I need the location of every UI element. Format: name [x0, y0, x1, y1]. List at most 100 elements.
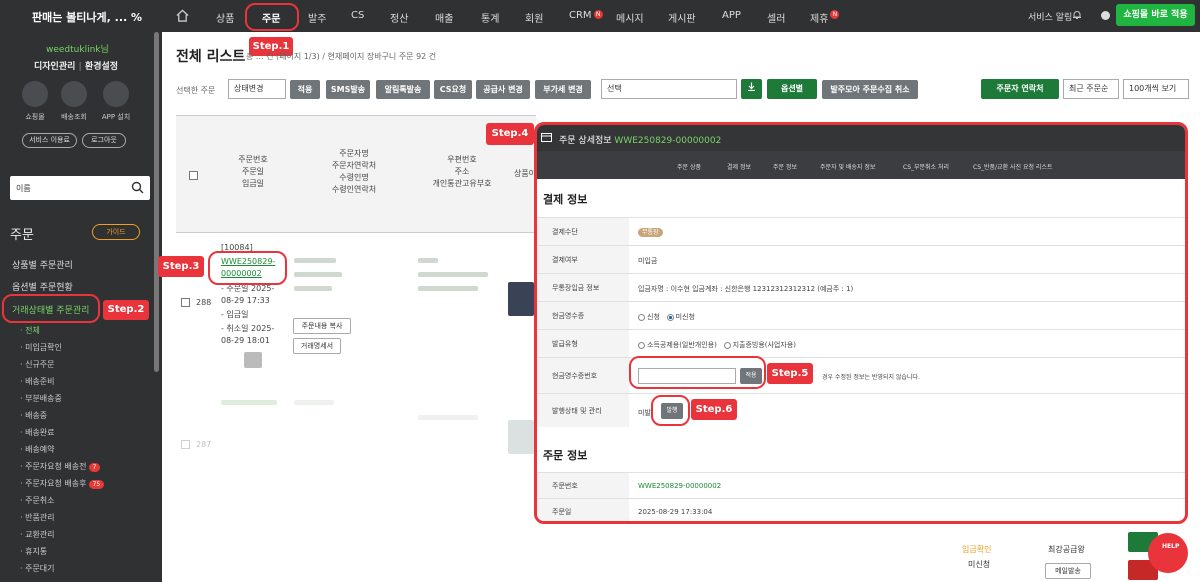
top-nav-bar: 판매는 볼티나게, ... % 상품 주문 발주 CS 정산 매출 통계 회원 … — [0, 0, 1200, 32]
sub-new[interactable]: · 신규주문 — [20, 359, 55, 370]
shop-icon[interactable] — [22, 81, 48, 107]
page-size-select[interactable]: 100개씩 보기 — [1123, 79, 1189, 99]
sub-trash[interactable]: · 휴지통 — [20, 546, 47, 557]
sub-partial[interactable]: · 부분배송중 — [20, 393, 62, 404]
payment-status-row: 결제여부 미입금 — [537, 245, 1185, 273]
nav-purchase[interactable]: 발주 — [308, 10, 326, 25]
sub-all[interactable]: · 전체 — [20, 325, 40, 336]
apply-button[interactable]: 적용 — [290, 80, 320, 99]
theme-toggle[interactable] — [1101, 11, 1110, 20]
nav-cs[interactable]: CS — [351, 10, 364, 21]
tab-order-products[interactable]: 주문 상품 — [677, 162, 701, 171]
download-button[interactable] — [741, 79, 762, 99]
tab-photo-request[interactable]: CS_반품/교환 사진 요청 리스트 — [973, 162, 1052, 171]
mail-send-button[interactable]: 메일발송 — [1045, 563, 1091, 579]
nav-product[interactable]: 상품 — [216, 10, 234, 25]
deposit-status: 입금확인 — [962, 545, 992, 554]
design-link[interactable]: 디자인관리 — [34, 62, 75, 72]
sub-reserved[interactable]: · 배송예약 — [20, 444, 55, 455]
shop-apply-button[interactable]: 쇼핑몰 바로 적용 — [1116, 4, 1195, 26]
modal-tabs: 주문 상품 결제 정보 주문 정보 주문자 및 배송지 정보 CS_부분취소 처… — [537, 151, 1185, 179]
row-checkbox[interactable] — [181, 298, 190, 307]
paid-date: - 입금일 — [221, 310, 249, 319]
nav-stats[interactable]: 통계 — [481, 10, 499, 25]
product-image[interactable] — [508, 420, 534, 454]
sub-waiting[interactable]: · 주문대기 — [20, 563, 55, 574]
cancel-date: - 취소일 2025-08-29 18:01 — [221, 324, 275, 345]
nav-crm[interactable]: CRM N — [569, 10, 603, 21]
col-order: 주문번호 주문일 입금일 — [238, 155, 268, 188]
sub-request-before[interactable]: · 주문자요청 배송전 7 — [20, 461, 101, 472]
row-checkbox[interactable] — [181, 440, 190, 449]
search-icon[interactable] — [131, 181, 144, 194]
supplier-change-button[interactable]: 공급사 변경 — [476, 80, 530, 99]
sort-select[interactable]: 최근 주문순 — [1063, 79, 1119, 99]
alimtalk-button[interactable]: 알림톡발송 — [376, 80, 430, 99]
delivery-icon[interactable] — [61, 81, 87, 107]
menu-option-orders[interactable]: 옵션별 주문현황 — [12, 280, 73, 293]
vat-change-button[interactable]: 부가세 변경 — [535, 80, 591, 99]
copy-order-button[interactable]: 주문내용 복사 — [293, 318, 351, 334]
search-type-select[interactable]: 이름 — [16, 183, 31, 194]
nav-board[interactable]: 게시판 — [668, 10, 696, 25]
tab-order-info[interactable]: 주문 정보 — [773, 162, 797, 171]
blurred-address — [418, 286, 478, 291]
nav-member[interactable]: 회원 — [525, 10, 543, 25]
step-4-label: Step.4 — [486, 123, 534, 145]
help-chat-button[interactable] — [1148, 533, 1188, 573]
tab-buyer-shipping[interactable]: 주문자 및 배송지 정보 — [820, 162, 875, 171]
service-alert-link[interactable]: 서비스 알림 — [1028, 10, 1072, 23]
status-change-select[interactable]: 상태변경 — [228, 79, 286, 99]
brand-title[interactable]: 판매는 볼티나게, ... % — [32, 9, 142, 25]
nav-settlement[interactable]: 정산 — [390, 10, 408, 25]
nav-seller[interactable]: 셀러 — [767, 10, 785, 25]
modal-title: 주문 상세정보 WWE250829-00000002 — [559, 136, 722, 146]
sub-prep[interactable]: · 배송준비 — [20, 376, 55, 387]
sidebar-search[interactable]: 이름 — [10, 176, 150, 200]
choose-select[interactable]: 선택 — [601, 79, 737, 99]
radio-not-apply[interactable] — [666, 313, 674, 321]
order-number-row: 주문번호 WWE250829-00000002 — [537, 472, 1185, 498]
blurred-buyer — [294, 272, 342, 277]
edit-icon[interactable] — [244, 352, 262, 368]
sub-return[interactable]: · 반품관리 — [20, 512, 55, 523]
nav-partner[interactable]: 제휴 N — [810, 10, 840, 25]
settings-link[interactable]: 환경설정 — [85, 62, 118, 72]
nav-message[interactable]: 메시지 — [616, 10, 644, 25]
step-3-label: Step.3 — [158, 256, 204, 277]
radio-apply[interactable] — [638, 313, 645, 321]
guide-button[interactable]: 가이드 — [92, 224, 140, 240]
service-fee-button[interactable]: 서비스 이용료 — [22, 133, 77, 148]
radio-expense-proof[interactable] — [723, 341, 731, 349]
step-2-label: Step.2 — [103, 300, 149, 320]
sidebar-scrollbar[interactable] — [154, 32, 159, 372]
sms-button[interactable]: SMS발송 — [326, 80, 370, 99]
home-icon[interactable] — [176, 9, 189, 22]
order-section-title: 주문 정보 — [543, 449, 588, 462]
product-image[interactable] — [508, 282, 534, 316]
row-label: 현금영수증번호 — [537, 358, 629, 393]
page-title: 전체 리스트 — [176, 49, 246, 65]
sub-exchange[interactable]: · 교환관리 — [20, 529, 55, 540]
menu-product-orders[interactable]: 상품별 주문관리 — [12, 258, 73, 271]
cs-request-button[interactable]: CS요청 — [434, 80, 472, 99]
logout-button[interactable]: 로그아웃 — [82, 133, 126, 148]
nav-app[interactable]: APP — [722, 10, 741, 21]
buyer-contact-button[interactable]: 주문자 연락처 — [981, 79, 1059, 99]
statement-button[interactable]: 거래명세서 — [293, 338, 341, 354]
select-all-checkbox[interactable] — [189, 171, 198, 180]
sub-unpaid[interactable]: · 미입금확인 — [20, 342, 62, 353]
bell-icon[interactable] — [1072, 10, 1082, 20]
sub-shipping[interactable]: · 배송중 — [20, 410, 47, 421]
sub-cancel[interactable]: · 주문취소 — [20, 495, 55, 506]
bulk-cancel-button[interactable]: 발주모아 주문수집 취소 — [822, 80, 918, 99]
tab-partial-cancel[interactable]: CS_부분취소 처리 — [903, 162, 949, 171]
option-download-button[interactable]: 옵션별 — [767, 79, 817, 99]
radio-income-deduction[interactable] — [638, 341, 645, 349]
tab-payment[interactable]: 결제 정보 — [727, 162, 751, 171]
sub-request-after[interactable]: · 주문자요청 배송후 75 — [20, 478, 105, 489]
payment-method-badge: 무통장 — [638, 228, 663, 237]
mobile-icon[interactable] — [103, 81, 129, 107]
sub-delivered[interactable]: · 배송완료 — [20, 427, 55, 438]
nav-sales[interactable]: 매출 — [435, 10, 453, 25]
